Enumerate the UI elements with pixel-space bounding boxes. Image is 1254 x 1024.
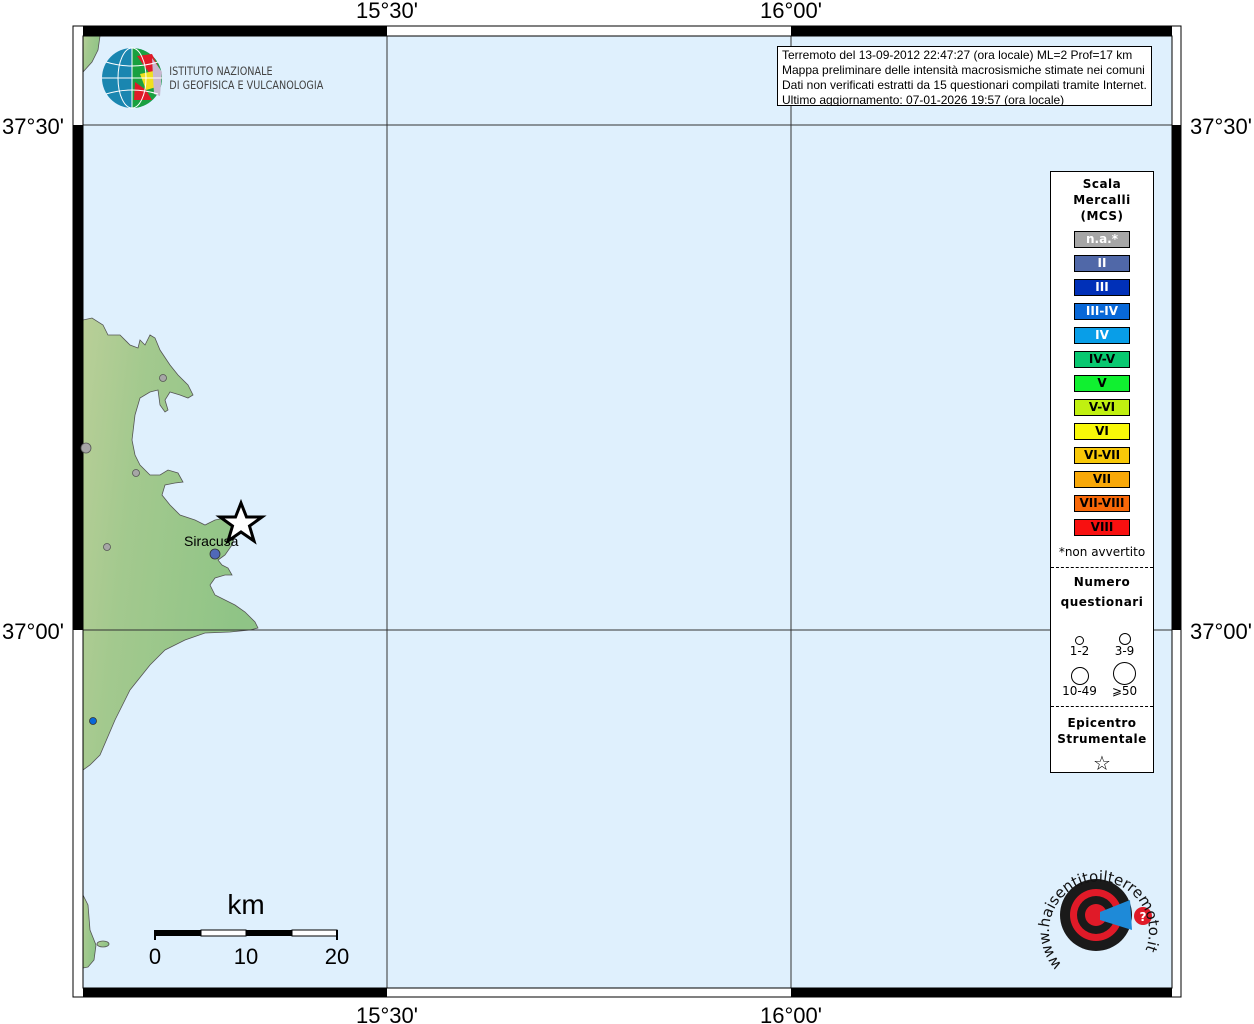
lat-tick-left: 37°00' [2,619,64,644]
star-icon: ☆ [1093,751,1111,775]
size-item: ⩾50 [1102,658,1147,698]
size-label: 1-2 [1069,644,1090,658]
event-info-box: Terremoto del 13-09-2012 22:47:27 (ora l… [777,46,1152,106]
legend-title: Scala Mercalli (MCS) [1051,176,1153,224]
questionari-title: Numero questionari [1051,572,1153,612]
legend-title-line: (MCS) [1080,209,1124,223]
sea [83,36,1172,988]
scale-label: 10 [234,944,258,969]
lat-tick-left: 37°30' [2,114,64,139]
intensity-swatch: II [1074,255,1130,272]
size-label: ⩾50 [1111,684,1138,698]
intensity-swatch: III-IV [1074,303,1130,320]
legend-title-line: Epicentro [1067,716,1137,730]
intensity-scale: n.a.* II III III-IV IV IV-V V V-VI VI VI-VII VII VI… [1051,231,1153,536]
legend-title-line: Numero [1073,575,1131,589]
point-na[interactable] [103,543,111,551]
ingv-logo-text: ISTITUTO NAZIONALE [169,64,273,78]
point-na[interactable] [80,442,92,454]
size-item: 1-2 [1057,618,1102,658]
info-line: Dati non verificati estratti da 15 quest… [782,78,1147,92]
intensity-swatch: V [1074,375,1130,392]
size-label: 10-49 [1062,684,1097,698]
scale-label: 0 [149,944,161,969]
scale-unit: km [227,889,264,920]
legend-title-line: Scala [1082,177,1122,191]
intensity-swatch: III [1074,279,1130,296]
intensity-swatch: VI [1074,423,1130,440]
lon-tick-bottom: 15°30' [356,1003,418,1024]
legend: Scala Mercalli (MCS) n.a.* II III III-IV IV I… [1050,171,1154,775]
intensity-swatch: IV [1074,327,1130,344]
legend-title-line: questionari [1060,595,1144,609]
info-line: Mappa preliminare delle intensità macros… [782,63,1145,77]
divider [1051,567,1153,568]
intensity-swatch: n.a.* [1074,231,1130,248]
epicentro-title: Epicentro Strumentale [1051,715,1153,747]
legend-note: *non avvertito [1058,545,1146,559]
info-line: Terremoto del 13-09-2012 22:47:27 (ora l… [782,48,1133,62]
divider [1051,706,1153,707]
size-item: 10-49 [1057,658,1102,698]
legend-title-line: Mercalli [1073,193,1131,207]
point-ii[interactable] [209,548,221,560]
info-line: Ultimo aggiornamento: 07-01-2026 19:57 (… [782,93,1065,106]
lon-tick-bottom: 16°00' [760,1003,822,1024]
ingv-logo-text: DI GEOFISICA E VULCANOLOGIA [169,78,324,92]
size-legend: 1-2 3-9 10-49 ⩾50 [1051,618,1153,698]
size-item: 3-9 [1102,618,1147,658]
legend-title-line: Strumentale [1057,732,1147,746]
lon-tick-top: 16°00' [760,0,822,23]
intensity-swatch: VII-VIII [1074,495,1130,512]
intensity-swatch: V-VI [1074,399,1130,416]
size-label: 3-9 [1114,644,1135,658]
point-na[interactable] [132,469,140,477]
intensity-swatch: VII [1074,471,1130,488]
point-iii-iv[interactable] [89,717,97,725]
lon-tick-top: 15°30' [356,0,418,23]
intensity-swatch: VI-VII [1074,447,1130,464]
lat-tick-right: 37°30' [1190,114,1252,139]
scale-label: 20 [325,944,349,969]
point-na[interactable] [159,374,167,382]
intensity-swatch: IV-V [1074,351,1130,368]
intensity-swatch: VIII [1074,519,1130,536]
lat-tick-right: 37°00' [1190,619,1252,644]
